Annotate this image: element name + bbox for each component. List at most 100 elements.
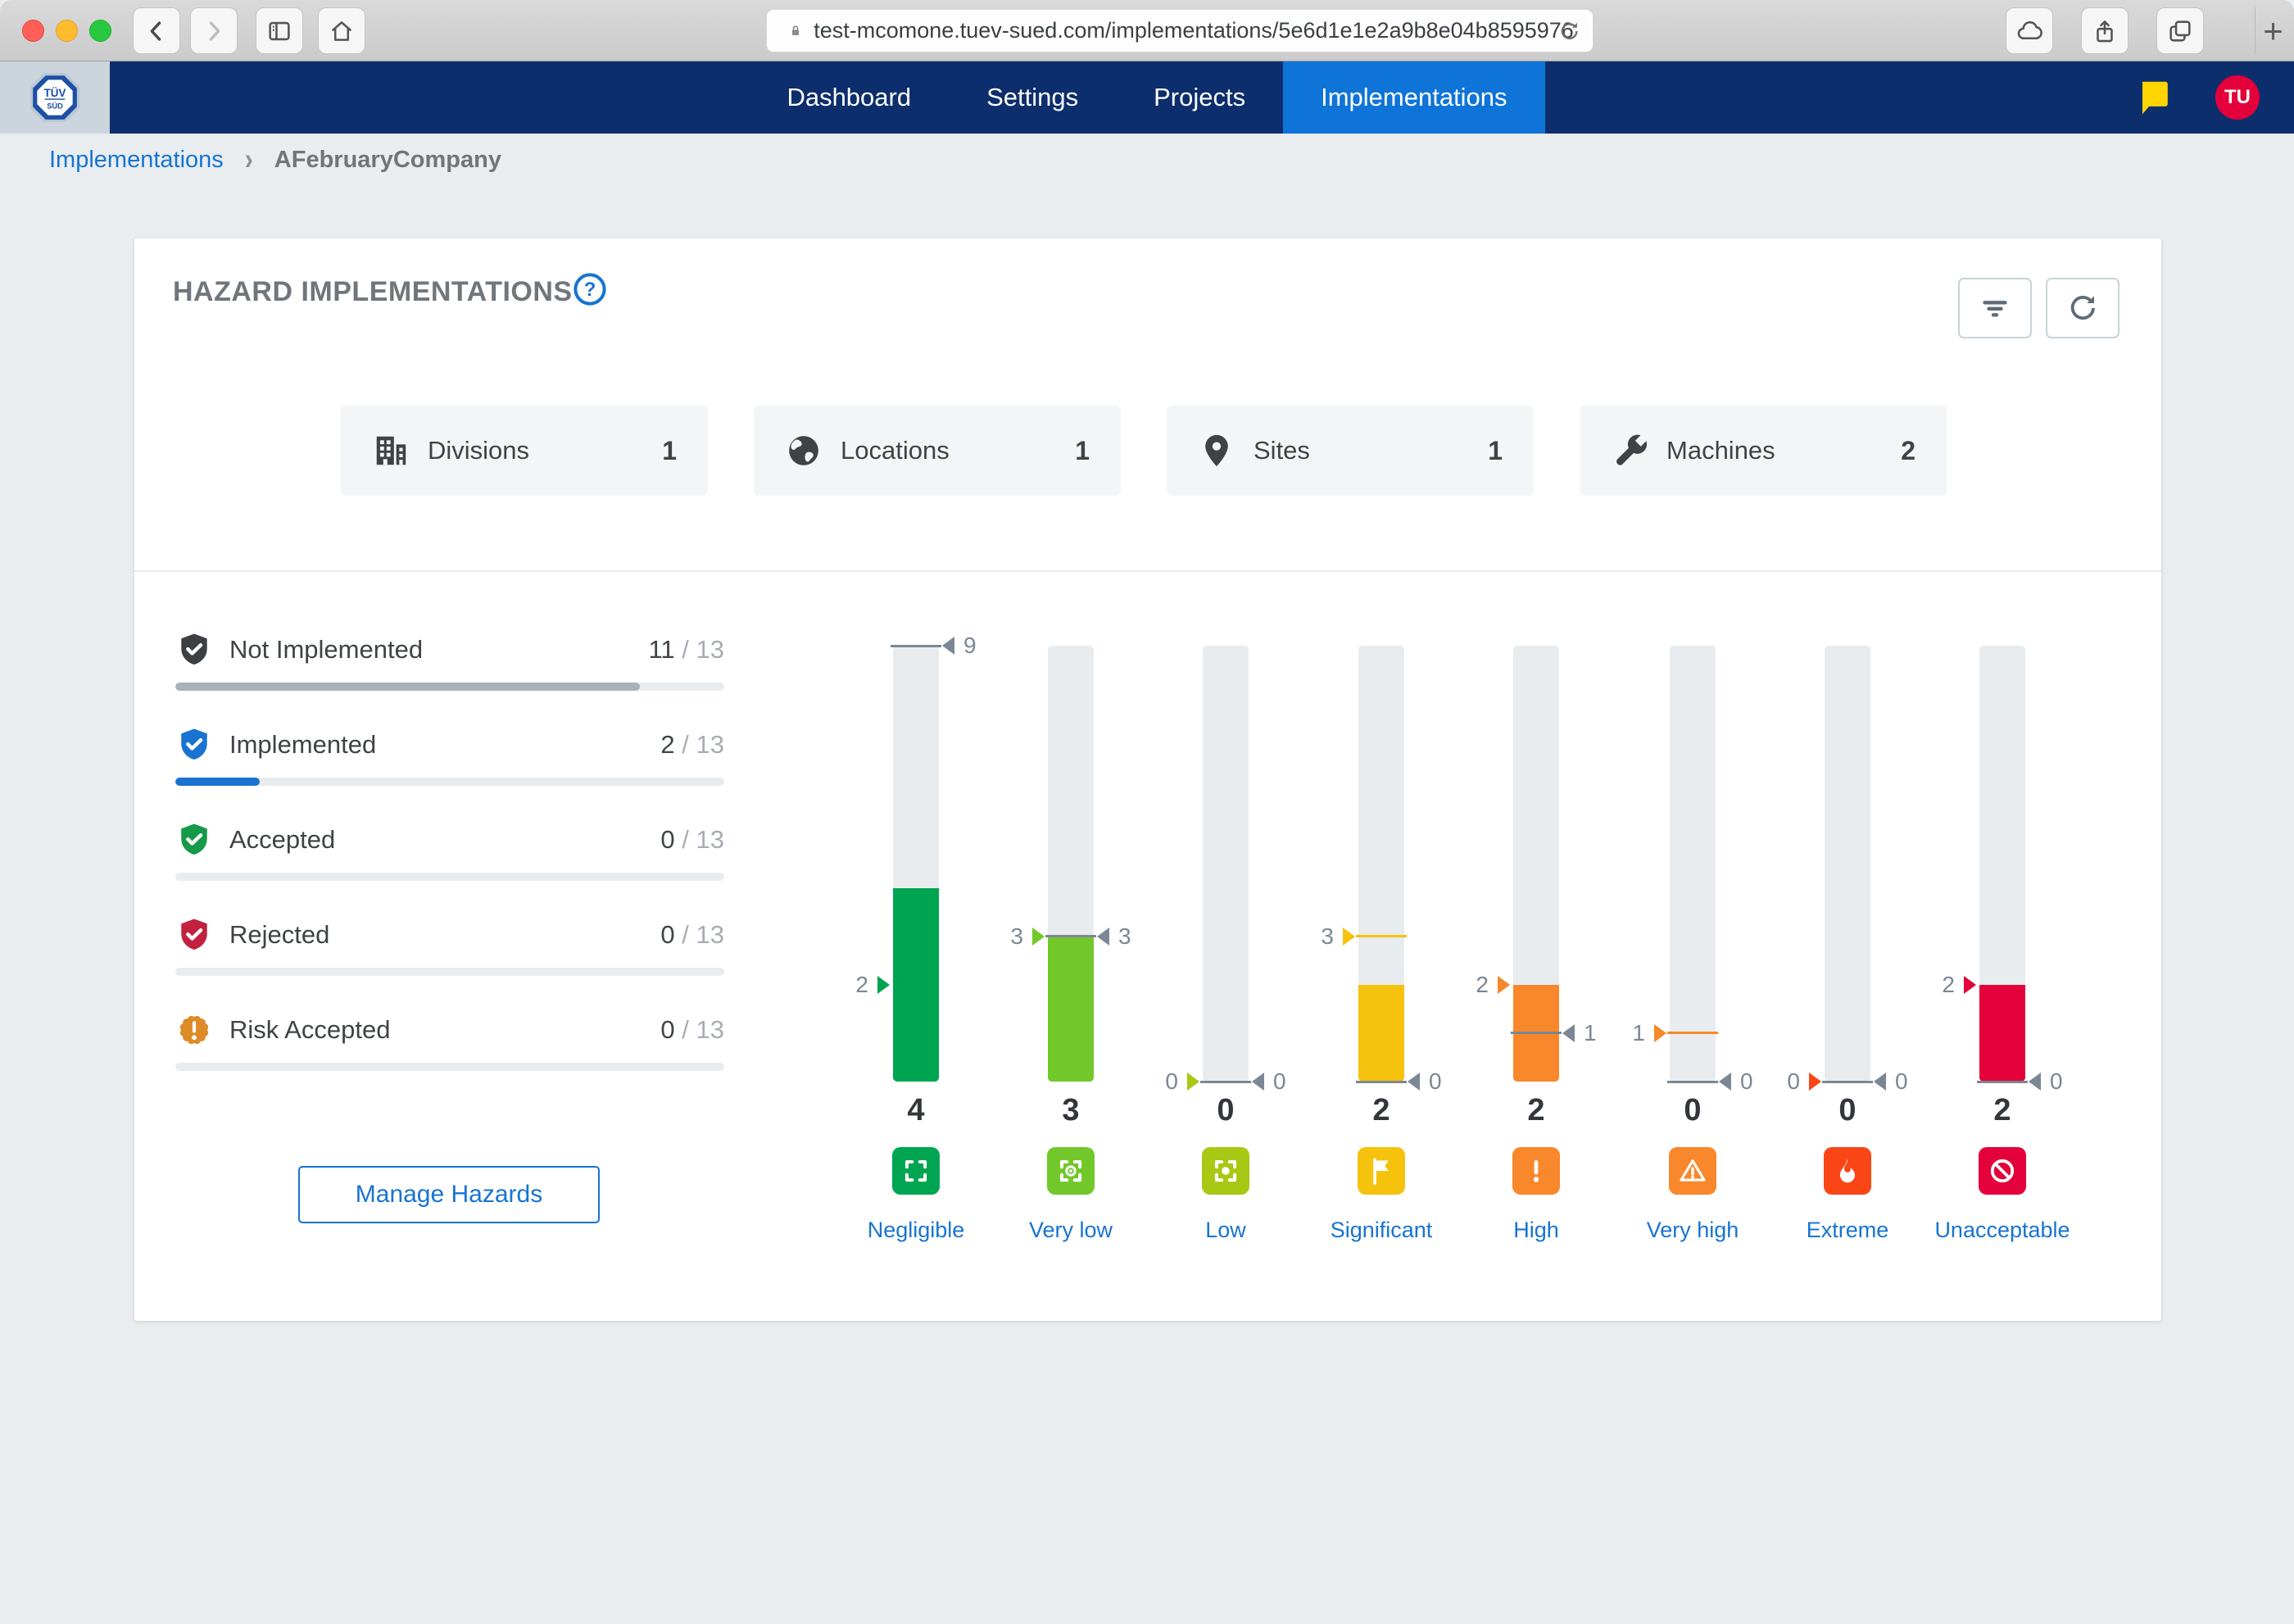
category-label-unacceptable[interactable]: Unacceptable (1904, 1218, 2101, 1243)
exclamation-icon[interactable] (1512, 1147, 1560, 1195)
lock-icon (786, 21, 805, 41)
status-count: 2 (660, 730, 674, 759)
status-count: 0 (660, 920, 674, 949)
warning-triangle-icon[interactable] (1669, 1147, 1716, 1195)
marker-triangle-icon (1498, 976, 1510, 994)
cloud-button[interactable] (2006, 7, 2053, 54)
marker-value: 1 (1632, 1019, 1645, 1047)
status-row-accepted: Accepted 0 / 13 (175, 820, 724, 899)
status-progress-track (175, 1063, 724, 1071)
marker-line (1200, 1081, 1251, 1083)
status-count: 0 (660, 1015, 674, 1044)
bar-fill (1979, 985, 2025, 1082)
status-total: / 13 (675, 730, 724, 759)
marker-line (1977, 1081, 2028, 1083)
bar-value: 0 (1619, 1093, 1766, 1128)
sidebar-button[interactable] (256, 7, 303, 54)
marker-value: 0 (1429, 1068, 1442, 1096)
map-pin-icon (1198, 432, 1235, 470)
marker-triangle-icon (877, 976, 890, 994)
marker-value: 3 (1118, 923, 1131, 950)
refresh-button[interactable] (2046, 278, 2119, 338)
shield-check-icon (175, 631, 213, 669)
marker-value: 3 (1010, 923, 1023, 950)
avatar[interactable]: TU (2215, 75, 2260, 120)
breadcrumb: Implementations › AFebruaryCompany (49, 146, 501, 174)
bar-fill (893, 888, 939, 1082)
flag-icon[interactable] (1358, 1147, 1405, 1195)
stat-card-value: 1 (1488, 436, 1503, 466)
flame-icon[interactable] (1824, 1147, 1871, 1195)
status-total: / 13 (675, 825, 724, 854)
stat-card-sites: Sites1 (1167, 406, 1534, 496)
reload-icon[interactable] (1557, 19, 1581, 43)
status-label: Implemented (229, 730, 376, 760)
new-tab-button[interactable]: + (2255, 7, 2291, 54)
svg-text:?: ? (584, 279, 596, 301)
status-label: Accepted (229, 825, 335, 855)
status-row-risk-accepted: Risk Accepted0 / 13 (175, 1010, 724, 1089)
status-fraction: 0 / 13 (660, 825, 724, 855)
status-count: 11 (648, 635, 674, 664)
tabs-overview-button[interactable] (2156, 7, 2204, 54)
marker-line (1822, 1081, 1873, 1083)
browser-window: test-mcomone.tuev-sued.com/implementatio… (0, 0, 2294, 1624)
frame-dot-icon[interactable] (1202, 1147, 1249, 1195)
nav-item-implementations[interactable]: Implementations (1283, 61, 1544, 134)
status-progress-fill (175, 778, 260, 786)
nav-item-dashboard[interactable]: Dashboard (749, 61, 949, 134)
breadcrumb-link-implementations[interactable]: Implementations (49, 147, 224, 174)
marker-triangle-icon (1874, 1073, 1886, 1091)
panel-title: HAZARD IMPLEMENTATIONS (173, 276, 573, 308)
share-button[interactable] (2081, 7, 2129, 54)
status-label: Rejected (229, 920, 329, 950)
nav-items: DashboardSettingsProjectsImplementations (0, 61, 2294, 134)
status-total: / 13 (675, 920, 724, 949)
feedback-icon[interactable] (2137, 79, 2171, 116)
marker-triangle-icon (2029, 1073, 2041, 1091)
bar-track: 33 (1048, 646, 1094, 1082)
minimize-window-button[interactable] (56, 20, 78, 42)
url-bar[interactable]: test-mcomone.tuev-sued.com/implementatio… (766, 9, 1594, 52)
url-text: test-mcomone.tuev-sued.com/implementatio… (814, 18, 1574, 43)
bar-value: 4 (842, 1093, 990, 1128)
marker-line (1511, 1032, 1562, 1034)
bar-track: 20 (1979, 646, 2025, 1082)
frame-icon[interactable] (892, 1147, 940, 1195)
marker-line (1045, 935, 1096, 937)
frame-dot-small-icon[interactable] (1047, 1147, 1095, 1195)
stat-card-label: Divisions (428, 436, 529, 465)
no-entry-icon[interactable] (1979, 1147, 2026, 1195)
status-row-not-implemented: Not Implemented11 / 13 (175, 630, 724, 709)
marker-triangle-icon (1654, 1024, 1666, 1042)
bar-track: 21 (1513, 646, 1559, 1082)
help-icon[interactable]: ? (572, 271, 608, 307)
manage-hazards-button[interactable]: Manage Hazards (298, 1166, 600, 1223)
bar-value: 3 (997, 1093, 1145, 1128)
shield-check-icon (175, 821, 213, 859)
chevron-right-icon: › (245, 143, 253, 178)
shield-check-icon (175, 726, 213, 764)
marker-triangle-icon (942, 637, 954, 655)
marker-value: 0 (1740, 1068, 1753, 1096)
marker-value: 0 (1787, 1068, 1800, 1096)
back-button[interactable] (133, 7, 180, 54)
stat-card-locations: Locations1 (754, 406, 1121, 496)
zoom-window-button[interactable] (89, 20, 111, 42)
marker-triangle-icon (1408, 1073, 1420, 1091)
bar-value: 0 (1152, 1093, 1299, 1128)
status-count: 0 (660, 825, 674, 854)
shield-check-icon (175, 916, 213, 954)
nav-item-projects[interactable]: Projects (1116, 61, 1283, 134)
bar-fill (1048, 937, 1094, 1082)
marker-triangle-icon (1032, 928, 1045, 946)
filter-button[interactable] (1958, 278, 2032, 338)
nav-item-settings[interactable]: Settings (949, 61, 1116, 134)
marker-triangle-icon (1562, 1024, 1575, 1042)
close-window-button[interactable] (22, 20, 44, 42)
status-fraction: 2 / 13 (660, 730, 724, 760)
home-button[interactable] (318, 7, 365, 54)
status-total: / 13 (675, 635, 724, 664)
bar-track: 00 (1203, 646, 1249, 1082)
forward-button[interactable] (190, 7, 238, 54)
